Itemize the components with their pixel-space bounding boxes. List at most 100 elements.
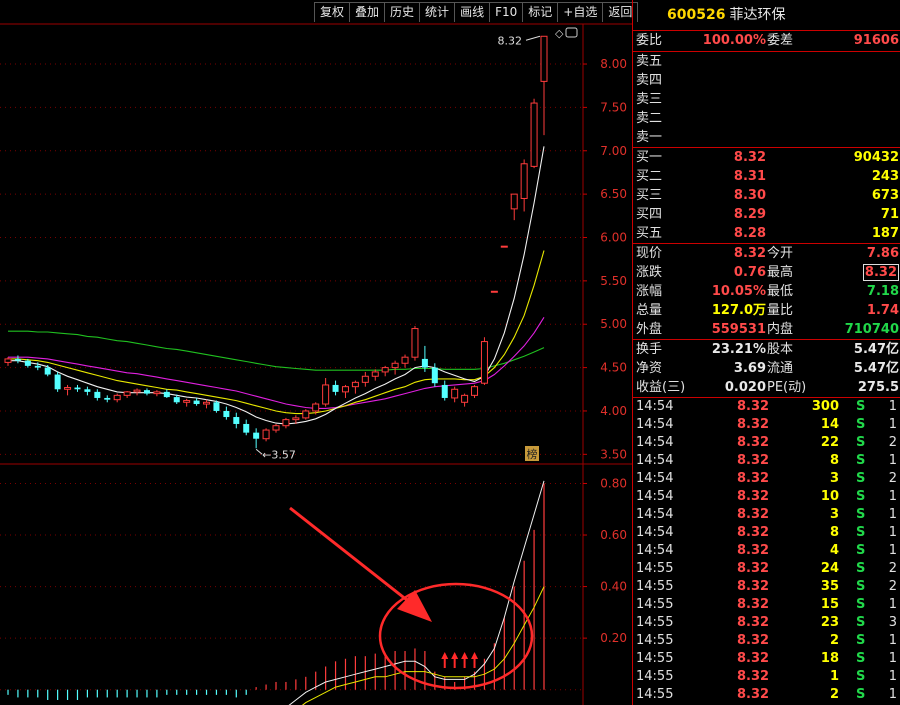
tick-time: 14:55 — [636, 651, 674, 666]
tick-list[interactable]: 14:54 8.32 300 S 1 14:54 8.32 14 S 1 14:54 8.32 22 S 2… — [633, 398, 900, 704]
tick-side: S — [856, 615, 866, 630]
candle-body — [262, 429, 270, 440]
buy-price: 8.32 — [733, 150, 766, 165]
fundamental-label: 股本 — [767, 342, 794, 357]
tick-row: 14:55 8.32 1 S 1 — [633, 668, 900, 686]
tick-time: 14:54 — [636, 525, 674, 540]
candle — [272, 423, 280, 433]
toolbar-button-3[interactable]: 统计 — [419, 2, 456, 22]
candle — [540, 35, 548, 136]
candle — [371, 369, 379, 381]
tick-side: S — [856, 543, 866, 558]
indicator-tick-label: 0.20 — [600, 631, 627, 645]
candle — [143, 388, 150, 396]
window-icon[interactable] — [565, 27, 578, 38]
candle-body — [173, 397, 180, 403]
tick-time: 14:55 — [636, 615, 674, 630]
fundamental-value: 275.5 — [857, 380, 899, 395]
tick-volume: 18 — [820, 651, 839, 666]
tick-row: 14:54 8.32 3 S 1 — [633, 506, 900, 524]
candle — [530, 98, 538, 169]
quote-row: 涨幅 10.05% 最低 7.18 — [633, 282, 900, 301]
buy-volume: 90432 — [853, 150, 899, 165]
high-label: 8.32 — [498, 34, 523, 47]
price-axis: 8.00 7.50 7.00 6.50 6.00 5.50 5.00 4.50 4.00 3.50… — [583, 57, 627, 645]
toolbar-button-0[interactable]: 复权 — [314, 2, 351, 22]
quote-row: 总量 127.0万 量比 1.74 — [633, 301, 900, 320]
tick-price: 8.32 — [737, 489, 770, 504]
candle-body — [421, 358, 428, 368]
toolbar-button-5[interactable]: F10 — [489, 2, 524, 22]
tick-volume: 24 — [820, 561, 839, 576]
quote-value: 0.76 — [733, 265, 766, 280]
tick-time: 14:54 — [636, 543, 674, 558]
tick-side: S — [856, 453, 866, 468]
toolbar-button-2[interactable]: 历史 — [384, 2, 421, 22]
tick-row: 14:55 8.32 15 S 1 — [633, 596, 900, 614]
candle-body — [24, 360, 31, 366]
tick-time: 14:55 — [636, 597, 674, 612]
toolbar-button-6[interactable]: 标记 — [522, 2, 559, 22]
tick-volume: 23 — [820, 615, 839, 630]
candle — [223, 406, 230, 420]
up-arrow-icon — [471, 652, 479, 659]
quote-label: 量比 — [767, 303, 794, 318]
candles — [4, 35, 548, 449]
buy-row: 买五 8.28 187 — [633, 224, 900, 243]
candle — [153, 390, 161, 397]
up-arrow-icon — [451, 652, 459, 659]
fundamental-value: 0.020 — [724, 380, 766, 395]
tick-count: 1 — [888, 597, 897, 612]
price-tick-label: 8.00 — [600, 57, 627, 71]
candle — [14, 355, 21, 364]
candle — [213, 400, 220, 413]
candle-body — [351, 381, 359, 388]
tick-price: 8.32 — [737, 579, 770, 594]
quote-label: 今开 — [767, 246, 794, 261]
tick-volume: 15 — [820, 597, 839, 612]
fundamental-label: PE(动) — [767, 380, 807, 395]
candle — [441, 380, 448, 401]
candle-body — [213, 402, 220, 411]
fundamentals-block: 换手 23.21% 股本 5.47亿 净资 3.69 流通 5.47亿 收益(三) 0.020 PE… — [633, 340, 900, 397]
toolbar-button-7[interactable]: +自选 — [557, 2, 604, 22]
candle-body — [34, 365, 41, 368]
tick-time: 14:54 — [636, 399, 674, 414]
candle-body — [74, 387, 81, 390]
tick-volume: 10 — [820, 489, 839, 504]
tick-volume: 22 — [820, 435, 839, 450]
kline-chart[interactable]: 8.00 7.50 7.00 6.50 6.00 5.50 5.00 4.50 4.00 3.50… — [0, 0, 632, 705]
indicator-panel — [7, 480, 545, 705]
toolbar-button-1[interactable]: 叠加 — [349, 2, 386, 22]
fundamental-row: 换手 23.21% 股本 5.47亿 — [633, 340, 900, 359]
quote-value: 127.0万 — [711, 303, 766, 318]
tick-time: 14:55 — [636, 579, 674, 594]
candle — [361, 371, 369, 387]
buy-label: 买五 — [636, 226, 663, 241]
tick-time: 14:55 — [636, 633, 674, 648]
fundamental-value: 5.47亿 — [853, 361, 899, 376]
price-tick-label: 5.50 — [600, 274, 627, 288]
candle — [193, 397, 200, 406]
candle-body — [490, 290, 498, 293]
price-tick-label: 6.00 — [600, 230, 627, 244]
price-tick-label: 6.50 — [600, 187, 627, 201]
tick-price: 8.32 — [737, 561, 770, 576]
fundamental-label: 收益(三) — [636, 380, 686, 395]
candle — [243, 419, 250, 436]
candle-body — [510, 193, 518, 210]
candle — [94, 389, 101, 401]
tick-price: 8.32 — [737, 453, 770, 468]
quote-label: 内盘 — [767, 322, 794, 337]
weicha-label: 委差 — [767, 33, 794, 48]
candle-body — [54, 374, 61, 390]
candle-body — [411, 328, 419, 358]
candle — [500, 245, 508, 248]
toolbar-button-4[interactable]: 画线 — [454, 2, 491, 22]
fundamental-value: 5.47亿 — [853, 342, 899, 357]
quote-label: 最低 — [767, 284, 794, 299]
weibi-value: 100.00% — [702, 33, 766, 48]
candle-body — [391, 362, 399, 369]
candle-body — [143, 390, 150, 394]
annotation-ellipse — [378, 582, 534, 690]
